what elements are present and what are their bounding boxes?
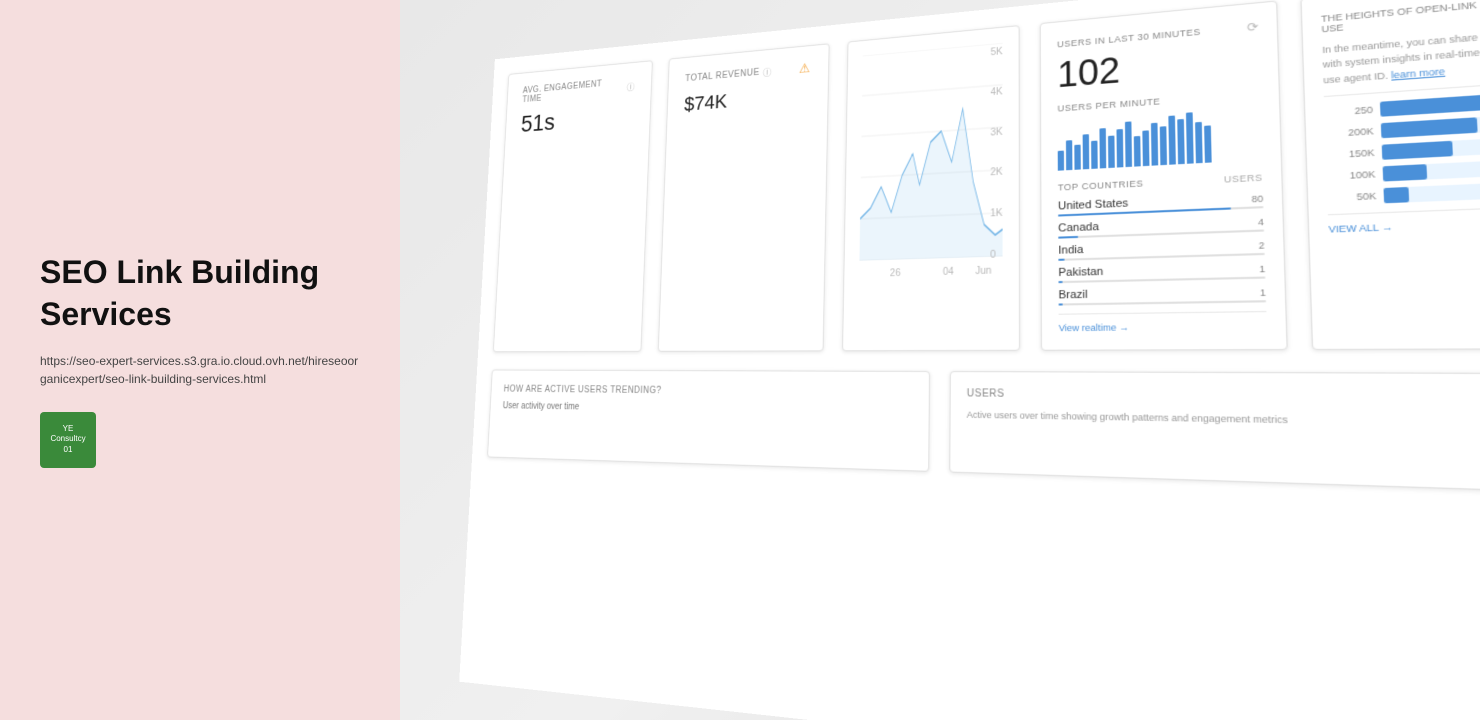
metrics-row: Avg. engagement time ⓘ 51s Total revenue… xyxy=(493,0,1480,352)
hbar-3: 150K xyxy=(1326,138,1480,163)
bar-11 xyxy=(1142,130,1149,166)
bar-12 xyxy=(1151,123,1158,166)
engagement-value: 51s xyxy=(520,102,634,138)
country-bar-fill-pk xyxy=(1058,281,1062,283)
chart-area: 5K 4K 3K 2K 1K 0 26 04 Jun xyxy=(842,25,1020,351)
hbar-track-4 xyxy=(1383,160,1480,182)
y-axis-labels: 5K 4K 3K 2K 1K 0 xyxy=(990,47,1002,261)
bar-14 xyxy=(1168,116,1176,165)
horizontal-bars: 250 200K 150K xyxy=(1324,93,1480,205)
bar-5 xyxy=(1091,141,1098,169)
bar-4 xyxy=(1083,134,1090,169)
trending-title: HOW ARE ACTIVE USERS TRENDING? xyxy=(503,384,913,398)
user-activity-label: User activity over time xyxy=(503,401,913,418)
page-url[interactable]: https://seo-expert-services.s3.gra.io.cl… xyxy=(40,352,360,388)
learn-more-link[interactable]: learn more xyxy=(1391,66,1445,81)
logo-line1: YE Consultcy xyxy=(44,424,92,445)
view-all-link[interactable]: VIEW ALL → xyxy=(1328,217,1480,234)
hbar-1: 250 xyxy=(1324,93,1480,120)
country-bar-fill-br xyxy=(1059,303,1063,305)
bar-9 xyxy=(1125,121,1132,167)
country-name-in: India xyxy=(1058,244,1083,257)
hbar-track-3 xyxy=(1382,138,1480,160)
x-axis-labels: 26 04 Jun xyxy=(859,265,1002,279)
country-item-ca: Canada 4 xyxy=(1058,215,1264,239)
hbar-fill-5 xyxy=(1383,187,1409,203)
logo-badge: YE Consultcy 01 xyxy=(40,412,96,468)
country-count-us: 80 xyxy=(1251,193,1263,204)
bar-2 xyxy=(1066,140,1072,170)
refresh-icon[interactable]: ⟳ xyxy=(1247,20,1259,35)
divider xyxy=(1059,311,1267,315)
country-item-us: United States 80 xyxy=(1058,191,1264,216)
bar-1 xyxy=(1058,151,1064,171)
info-icon: ⓘ xyxy=(627,79,636,93)
right-panel: Avg. engagement time ⓘ 51s Total revenue… xyxy=(400,0,1480,720)
country-count-in: 2 xyxy=(1259,240,1265,251)
bar-18 xyxy=(1204,125,1212,162)
countries-list: United States 80 Canada 4 xyxy=(1058,191,1266,305)
engagement-label: Avg. engagement time ⓘ xyxy=(522,76,635,104)
users-per-min-chart xyxy=(1058,108,1263,171)
country-item-br: Brazil 1 xyxy=(1058,285,1266,305)
country-name-br: Brazil xyxy=(1058,289,1087,302)
hbar-track-1 xyxy=(1380,93,1480,117)
top-countries-label: TOP COUNTRIES USERS xyxy=(1058,172,1263,192)
bar-7 xyxy=(1108,136,1115,168)
hbar-4: 100K xyxy=(1326,160,1480,184)
bar-6 xyxy=(1099,128,1106,168)
bar-16 xyxy=(1186,112,1194,164)
hbar-track-5 xyxy=(1383,182,1480,203)
right-card-desc: In the meantime, you can share this with… xyxy=(1322,28,1480,88)
page-title: SEO Link Building Services xyxy=(40,252,360,335)
bar-3 xyxy=(1074,145,1080,170)
country-bar-fill-in xyxy=(1058,259,1064,261)
bar-8 xyxy=(1116,129,1123,168)
trending-card: HOW ARE ACTIVE USERS TRENDING? User acti… xyxy=(487,370,930,472)
dashboard-inner: Avg. engagement time ⓘ 51s Total revenue… xyxy=(459,0,1480,720)
hbar-fill-2 xyxy=(1381,117,1478,138)
left-panel: SEO Link Building Services https://seo-e… xyxy=(0,0,400,720)
hbar-5: 50K xyxy=(1327,182,1480,205)
country-name-pk: Pakistan xyxy=(1058,266,1103,279)
hbar-fill-4 xyxy=(1383,164,1428,181)
hbar-fill-1 xyxy=(1380,94,1480,117)
country-count-br: 1 xyxy=(1260,287,1266,298)
revenue-label: Total revenue ⓘ ⚠ xyxy=(685,60,811,86)
revenue-value: $74K xyxy=(684,83,810,116)
bottom-info-desc: Active users over time showing growth pa… xyxy=(967,408,1480,433)
country-count-pk: 1 xyxy=(1259,264,1265,275)
bottom-info-card: USERS Active users over time showing gro… xyxy=(949,371,1480,492)
country-item-pk: Pakistan 1 xyxy=(1058,261,1265,283)
right-card-title: The heights of open-link use xyxy=(1321,0,1480,34)
country-item-in: India 2 xyxy=(1058,238,1265,261)
country-bar-fill-ca xyxy=(1058,236,1078,239)
country-count-ca: 4 xyxy=(1258,217,1264,228)
hbar-fill-3 xyxy=(1382,141,1453,160)
bar-17 xyxy=(1195,122,1203,163)
line-chart-svg xyxy=(859,43,1002,261)
warning-icon: ⚠ xyxy=(799,60,811,76)
view-realtime-link[interactable]: View realtime → xyxy=(1059,321,1267,333)
country-name-us: United States xyxy=(1058,197,1128,212)
logo-line2: 01 xyxy=(64,445,73,455)
hbar-2: 200K xyxy=(1325,115,1480,141)
revenue-card: Total revenue ⓘ ⚠ $74K xyxy=(658,43,830,351)
users-30min-card: USERS IN LAST 30 MINUTES ⟳ 102 USERS PER… xyxy=(1040,0,1288,350)
bottom-section: HOW ARE ACTIVE USERS TRENDING? User acti… xyxy=(487,370,1480,493)
hbar-track-2 xyxy=(1381,115,1480,138)
info-icon2: ⓘ xyxy=(763,65,772,79)
country-name-ca: Canada xyxy=(1058,221,1099,235)
right-analytics-card: The heights of open-link use In the mean… xyxy=(1300,0,1480,350)
bar-13 xyxy=(1160,126,1167,165)
engagement-card: Avg. engagement time ⓘ 51s xyxy=(493,60,653,352)
bottom-info-title: USERS xyxy=(967,388,1480,406)
bar-10 xyxy=(1134,136,1141,167)
divider3 xyxy=(1328,207,1480,215)
bar-15 xyxy=(1177,119,1185,164)
dashboard-container: Avg. engagement time ⓘ 51s Total revenue… xyxy=(459,0,1480,720)
